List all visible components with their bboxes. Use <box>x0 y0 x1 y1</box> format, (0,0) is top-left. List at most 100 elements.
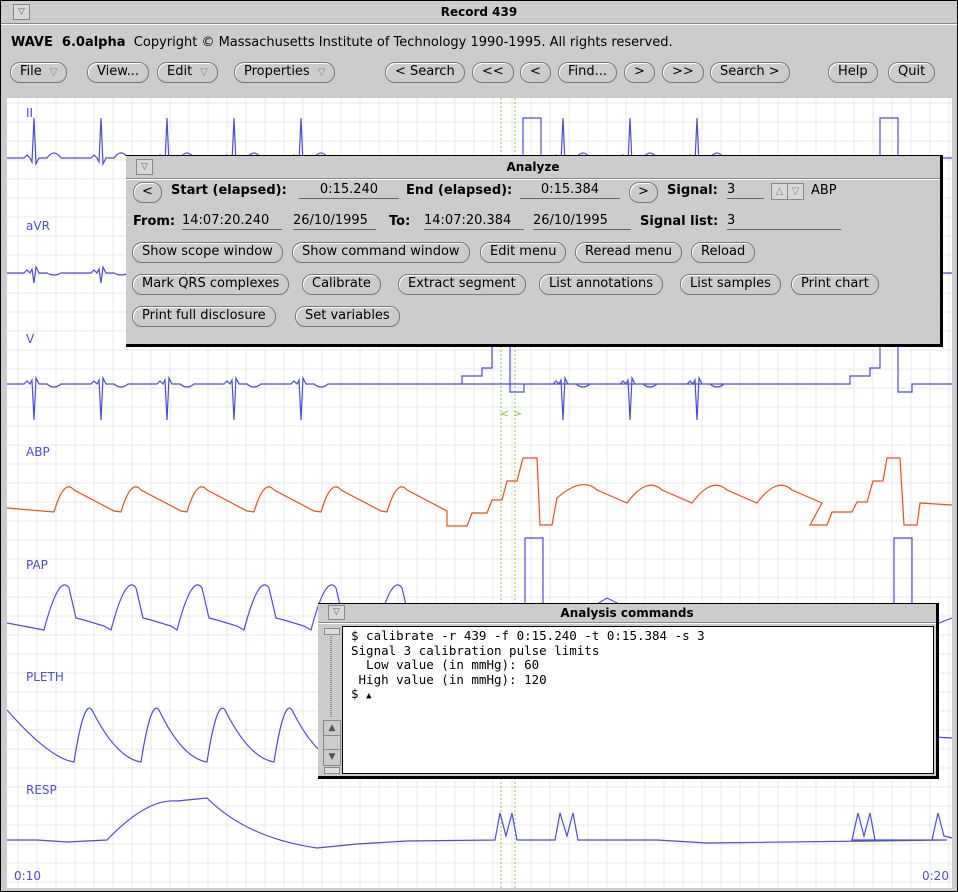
calibrate-button[interactable]: Calibrate <box>302 274 381 295</box>
time-start-label: 0:10 <box>14 869 41 883</box>
page-back-half-label: < <box>530 64 541 79</box>
signal-list-field[interactable]: 3 <box>727 213 841 230</box>
scroll-drag-area[interactable] <box>324 736 340 750</box>
file-menu-button[interactable]: File ▽ <box>10 62 68 83</box>
reread-menu-button[interactable]: Reread menu <box>575 242 682 263</box>
edit-menu-button[interactable]: Edit menu <box>480 242 567 263</box>
page-back-full-label: << <box>482 64 504 79</box>
set-variables-button[interactable]: Set variables <box>295 306 400 327</box>
increment-icon[interactable]: △ <box>771 183 788 200</box>
from-time-field[interactable]: 14:07:20.240 <box>182 213 282 230</box>
page-fwd-full-button[interactable]: >> <box>662 62 704 83</box>
quit-button[interactable]: Quit <box>888 62 936 83</box>
decrement-icon[interactable]: ▽ <box>787 183 804 200</box>
app-name: WAVE 6.0alpha <box>11 35 126 50</box>
page-fwd-full-label: >> <box>672 64 694 79</box>
signal-label-pleth[interactable]: PLETH <box>26 670 64 684</box>
window-menu-icon[interactable]: ▽ <box>328 605 345 620</box>
properties-menu-button[interactable]: Properties ▽ <box>234 62 336 83</box>
analysis-commands-window: ▽ Analysis commands ▲ ▼ $ calibrate -r 4… <box>318 603 939 779</box>
page-back-full-button[interactable]: << <box>472 62 514 83</box>
prev-button[interactable]: < <box>133 182 162 203</box>
main-titlebar[interactable]: ▽ Record 439 <box>1 1 957 24</box>
find-button[interactable]: Find... <box>558 62 618 83</box>
to-time-field[interactable]: 14:07:20.384 <box>424 213 524 230</box>
analyze-window: ▽ Analyze < Start (elapsed): 0:15.240 En… <box>126 155 943 347</box>
analyze-title: Analyze <box>506 160 560 174</box>
commands-title: Analysis commands <box>560 606 694 620</box>
signal-name: ABP <box>811 183 837 198</box>
edit-menu-button[interactable]: Edit ▽ <box>157 62 218 83</box>
button-label: Print chart <box>801 276 869 291</box>
signal-field[interactable]: 3 <box>727 182 764 199</box>
signal-label-ii[interactable]: II <box>26 106 33 120</box>
scroll-top-cable-anchor[interactable] <box>324 628 340 635</box>
scroll-bottom-cable-anchor[interactable] <box>324 767 340 774</box>
button-label: Edit menu <box>490 244 557 259</box>
signal-label-resp[interactable]: RESP <box>26 783 57 797</box>
scroll-cable[interactable] <box>330 634 332 718</box>
view-label: View... <box>97 64 140 79</box>
extract-segment-button[interactable]: Extract segment <box>398 274 526 295</box>
properties-label: Properties <box>244 64 310 79</box>
chevron-down-icon: ▽ <box>317 67 326 78</box>
signal-list-label: Signal list: <box>640 214 719 229</box>
window-menu-icon[interactable]: ▽ <box>13 4 30 20</box>
analyze-titlebar[interactable]: ▽ Analyze <box>126 156 940 179</box>
list-annotations-button[interactable]: List annotations <box>539 274 663 295</box>
show-scope-window-button[interactable]: Show scope window <box>132 242 283 263</box>
start-field[interactable]: 0:15.240 <box>299 182 399 199</box>
button-label: Set variables <box>305 308 390 323</box>
search-fwd-button[interactable]: Search > <box>710 62 790 83</box>
search-back-button[interactable]: < Search <box>385 62 465 83</box>
signal-label-pap[interactable]: PAP <box>26 558 48 572</box>
console-line: $ calibrate -r 439 -f 0:15.240 -t 0:15.3… <box>351 628 705 643</box>
button-label: Show scope window <box>142 244 273 259</box>
reload-button[interactable]: Reload <box>691 242 756 263</box>
mark-qrs-button[interactable]: Mark QRS complexes <box>132 274 290 295</box>
commands-titlebar[interactable]: ▽ Analysis commands <box>318 604 936 623</box>
page-back-half-button[interactable]: < <box>520 62 551 83</box>
button-label: Reload <box>701 244 746 259</box>
signal-label-abp[interactable]: ABP <box>26 445 50 459</box>
signal-label-v[interactable]: V <box>26 332 35 346</box>
console-prompt: $ <box>351 686 367 701</box>
button-label: List samples <box>690 276 771 291</box>
list-samples-button[interactable]: List samples <box>680 274 781 295</box>
from-label: From: <box>133 214 176 229</box>
console-line: Signal 3 calibration pulse limits <box>351 642 600 658</box>
console-prompt-line[interactable]: $ ▲ <box>351 686 925 704</box>
app-header: WAVE 6.0alpha Copyright © Massachusetts … <box>11 35 673 50</box>
console-line: High value (in mmHg): 120 <box>351 671 547 687</box>
print-chart-button[interactable]: Print chart <box>791 274 879 295</box>
page-fwd-half-label: > <box>634 64 645 79</box>
text-caret-icon: ▲ <box>366 691 372 701</box>
scroll-down-icon[interactable]: ▼ <box>324 750 340 764</box>
scroll-elevator[interactable]: ▲ ▼ <box>323 720 341 766</box>
console-line: Low value (in mmHg): 60 <box>351 657 540 672</box>
search-back-label: < Search <box>395 64 455 79</box>
window-menu-icon[interactable]: ▽ <box>136 159 153 175</box>
help-button[interactable]: Help <box>828 62 878 83</box>
file-label: File <box>20 64 42 79</box>
print-full-disclosure-button[interactable]: Print full disclosure <box>132 306 276 327</box>
view-button[interactable]: View... <box>87 62 150 83</box>
from-date-field[interactable]: 26/10/1995 <box>293 213 376 230</box>
button-label: Mark QRS complexes <box>142 276 280 291</box>
show-command-window-button[interactable]: Show command window <box>292 242 470 263</box>
time-end-label: 0:20 <box>922 869 949 883</box>
next-button[interactable]: > <box>629 182 658 203</box>
chevron-down-icon: ▽ <box>49 67 58 78</box>
command-console[interactable]: $ calibrate -r 439 -f 0:15.240 -t 0:15.3… <box>342 626 934 774</box>
scroll-up-icon[interactable]: ▲ <box>324 721 340 736</box>
signal-label-avr[interactable]: aVR <box>26 219 50 233</box>
to-date-field[interactable]: 26/10/1995 <box>533 213 631 230</box>
end-field[interactable]: 0:15.384 <box>520 182 620 199</box>
quit-label: Quit <box>898 64 926 79</box>
page-fwd-half-button[interactable]: > <box>624 62 655 83</box>
console-scrollbar[interactable]: ▲ ▼ <box>322 628 341 774</box>
window-title: Record 439 <box>440 5 518 19</box>
end-label: End (elapsed): <box>406 183 513 198</box>
button-label: Print full disclosure <box>142 308 266 323</box>
prev-label: < <box>142 184 153 199</box>
